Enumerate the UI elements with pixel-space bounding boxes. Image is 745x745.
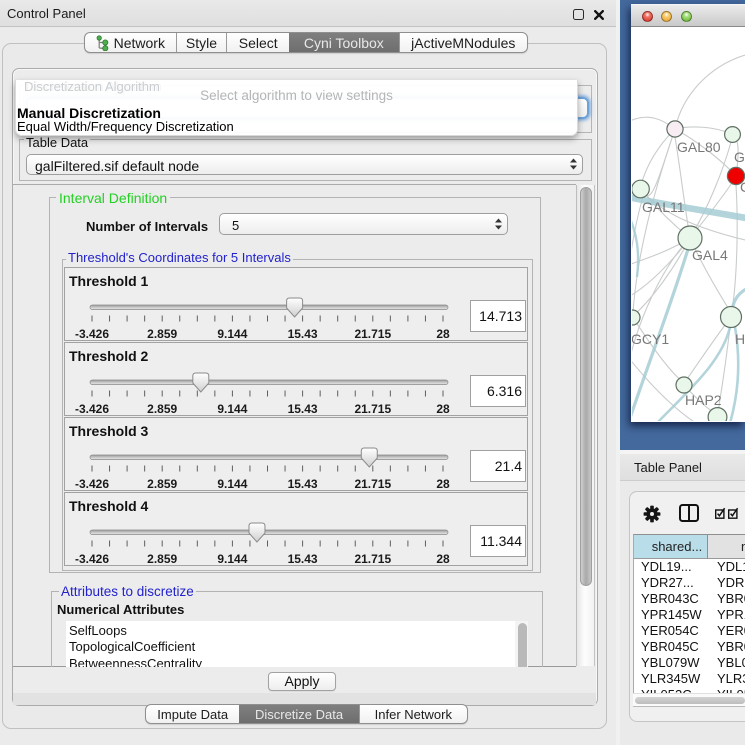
svg-text:HAP2: HAP2 [685, 392, 722, 408]
svg-text:H: H [735, 331, 745, 347]
svg-text:GA: GA [734, 149, 745, 165]
svg-text:C: C [740, 179, 745, 195]
svg-text:GAL80: GAL80 [677, 139, 721, 155]
svg-text:GAL4: GAL4 [692, 247, 728, 263]
svg-text:GCY1: GCY1 [632, 331, 669, 347]
svg-text:GAL11: GAL11 [642, 199, 685, 215]
